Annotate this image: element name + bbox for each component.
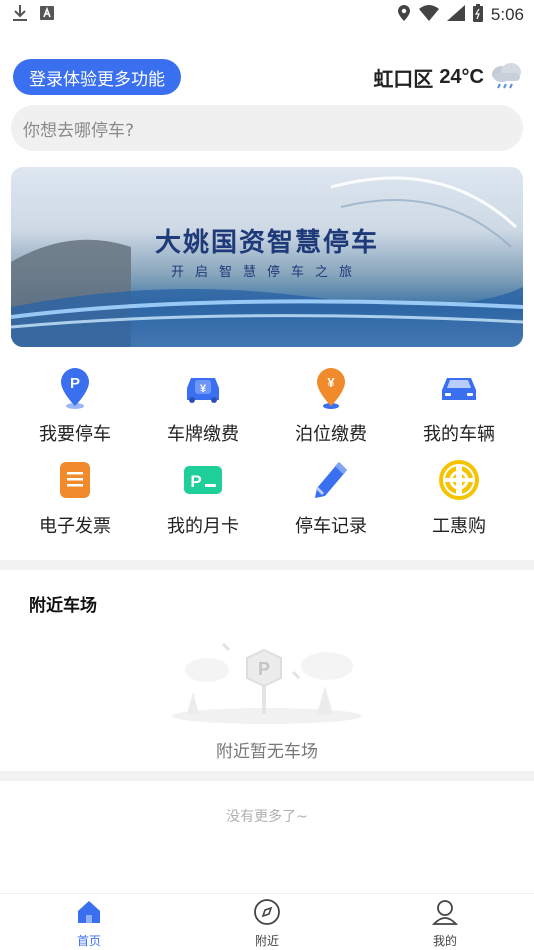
empty-parking-illustration: P: [167, 630, 367, 726]
service-berth-pay[interactable]: ¥ 泊位缴费: [267, 366, 395, 446]
service-label: 我的月卡: [167, 516, 239, 537]
yuan-pin-icon: ¥: [309, 366, 353, 410]
banner-title: 大姚国资智慧停车: [154, 228, 379, 258]
signal-icon: [446, 5, 465, 25]
empty-nearby-text: 附近暂无车场: [216, 742, 318, 762]
car-yuan-icon: ¥: [181, 366, 225, 410]
weather-widget[interactable]: 虹口区 24°C: [373, 60, 522, 94]
service-invoice[interactable]: 电子发票: [11, 458, 139, 538]
status-bar: 5:06: [0, 0, 534, 30]
wifi-icon: [418, 5, 439, 25]
cloud-rain-icon: [490, 61, 522, 93]
bottom-tab-bar: 首页 附近 我的: [0, 893, 534, 950]
service-my-car[interactable]: 我的车辆: [395, 366, 523, 446]
tab-label: 附近: [254, 934, 279, 948]
service-park[interactable]: P 我要停车: [11, 366, 139, 446]
tab-mine[interactable]: 我的: [405, 898, 485, 949]
tab-nearby[interactable]: 附近: [227, 898, 307, 949]
battery-icon: [472, 4, 483, 26]
service-plate-pay[interactable]: ¥ 车牌缴费: [139, 366, 267, 446]
service-label: 停车记录: [295, 516, 367, 537]
svg-text:P: P: [70, 375, 80, 392]
home-icon: [75, 898, 103, 926]
svg-text:¥: ¥: [327, 375, 335, 390]
user-icon: [431, 898, 459, 926]
service-label: 我要停车: [39, 424, 111, 445]
monthly-card-icon: P: [181, 458, 225, 502]
union-badge-icon: [437, 458, 481, 502]
service-label: 工惠购: [432, 516, 486, 537]
svg-text:P: P: [258, 659, 270, 679]
svg-text:P: P: [190, 472, 201, 491]
service-label: 泊位缴费: [295, 424, 367, 445]
notification-a-icon: [40, 5, 54, 25]
invoice-icon: [53, 458, 97, 502]
section-divider: [0, 560, 534, 570]
service-label: 我的车辆: [423, 424, 495, 445]
tab-label: 我的: [432, 934, 457, 948]
location-icon: [397, 4, 411, 26]
download-icon: [12, 4, 28, 26]
compass-icon: [253, 898, 281, 926]
nearby-title: 附近车场: [29, 596, 97, 616]
weather-district: 虹口区: [373, 66, 434, 91]
pen-record-icon: [309, 458, 353, 502]
no-more-text: 没有更多了~: [226, 809, 308, 825]
tab-home[interactable]: 首页: [49, 898, 129, 949]
car-icon: [437, 366, 481, 410]
service-label: 电子发票: [39, 516, 111, 537]
banner-subtitle: 开启智慧停车之旅: [170, 265, 363, 280]
parking-pin-icon: P: [53, 366, 97, 410]
clock: 5:06: [490, 5, 524, 24]
svg-text:¥: ¥: [200, 383, 207, 395]
service-label: 车牌缴费: [167, 424, 239, 445]
section-divider: [0, 771, 534, 781]
login-button[interactable]: 登录体验更多功能: [13, 59, 181, 95]
tab-label: 首页: [76, 934, 101, 948]
service-records[interactable]: 停车记录: [267, 458, 395, 538]
promo-banner[interactable]: 大姚国资智慧停车 开启智慧停车之旅: [11, 167, 523, 347]
weather-temperature: 24°C: [439, 65, 484, 88]
search-input[interactable]: 你想去哪停车?: [11, 105, 523, 151]
service-union-shop[interactable]: 工惠购: [395, 458, 523, 538]
service-monthly-card[interactable]: P 我的月卡: [139, 458, 267, 538]
